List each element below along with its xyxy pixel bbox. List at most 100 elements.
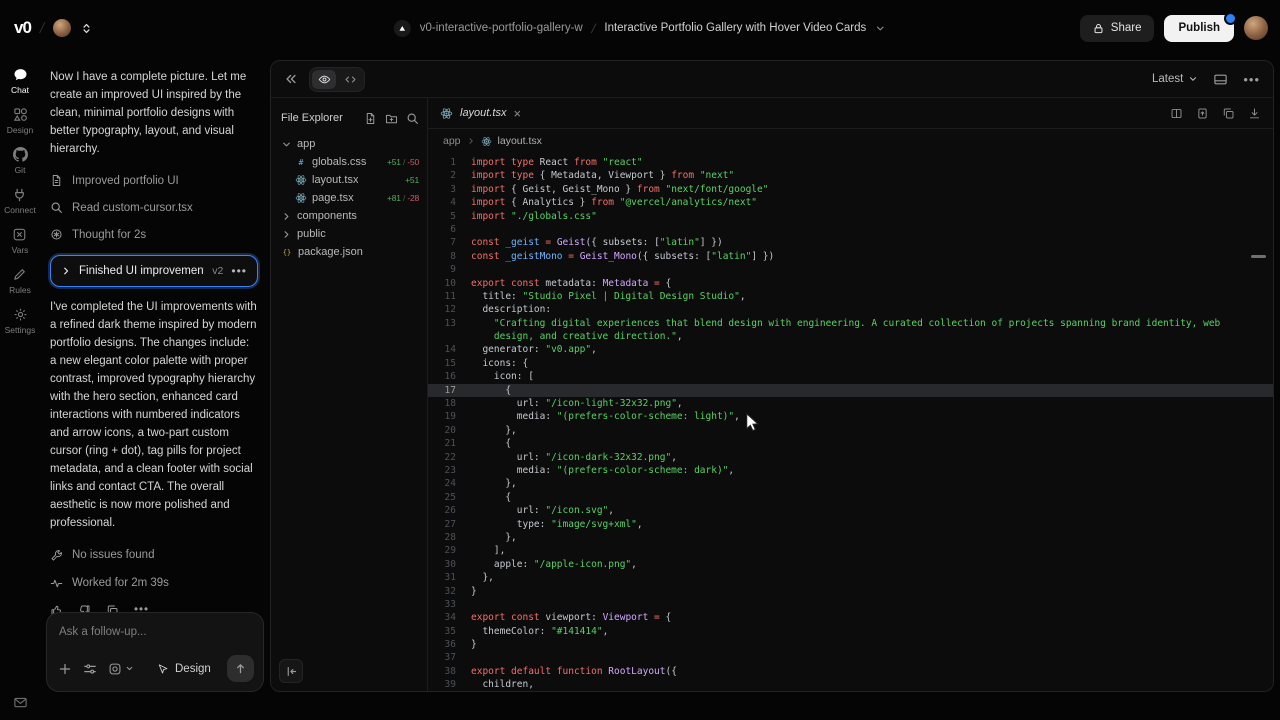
design-mode-toggle[interactable]: Design (157, 660, 211, 678)
collapse-sidebar-button[interactable] (279, 659, 303, 683)
code-line-wrap[interactable]: design, and creative direction.", (428, 330, 1273, 343)
code-line-33[interactable]: 33 (428, 598, 1273, 611)
status-worked-for[interactable]: Worked for 2m 39s (50, 569, 258, 597)
account-avatar[interactable] (1244, 16, 1268, 40)
chevrons-updown-icon[interactable] (80, 22, 93, 35)
publish-button[interactable]: Publish (1164, 15, 1234, 42)
capture-select[interactable] (108, 662, 134, 676)
code-line-5[interactable]: 5import "./globals.css" (428, 210, 1273, 223)
code-view-button[interactable] (338, 70, 362, 89)
version-dropdown[interactable]: Latest (1152, 73, 1198, 85)
code-line-17[interactable]: 17 { (428, 384, 1273, 397)
code-line-8[interactable]: 8const _geistMono = Geist_Mono({ subsets… (428, 250, 1273, 263)
rail-item-git[interactable]: Git (13, 146, 28, 175)
preview-eye-button[interactable] (312, 70, 336, 89)
tree-item-app[interactable]: app (281, 135, 419, 153)
version-card-finished-ui-improvements[interactable]: Finished UI improvements v2 ••• (50, 255, 258, 287)
code-line-7[interactable]: 7const _geist = Geist({ subsets: ["latin… (428, 236, 1273, 249)
rail-item-chat[interactable]: Chat (11, 66, 29, 95)
mail-icon[interactable] (13, 695, 28, 710)
browser-window-icon[interactable] (1213, 72, 1228, 87)
download-icon[interactable] (1248, 107, 1261, 120)
code-line-29[interactable]: 29 ], (428, 544, 1273, 557)
chevron-down-icon[interactable] (875, 23, 886, 34)
rail-item-settings[interactable]: Settings (5, 306, 36, 335)
status-no-issues[interactable]: No issues found (50, 541, 258, 569)
code-line-24[interactable]: 24 }, (428, 477, 1273, 490)
v0-logo[interactable]: v0 (14, 18, 31, 38)
code-line-16[interactable]: 16 icon: [ (428, 370, 1273, 383)
code-line-13[interactable]: 13 "Crafting digital experiences that bl… (428, 317, 1273, 330)
open-in-new-icon[interactable] (1196, 107, 1209, 120)
code-line-32[interactable]: 32} (428, 585, 1273, 598)
code-line-10[interactable]: 10export const metadata: Metadata = { (428, 277, 1273, 290)
code-line-37[interactable]: 37 (428, 651, 1273, 664)
task-read-custom-cursor[interactable]: Read custom-cursor.tsx (50, 194, 258, 221)
code-line-9[interactable]: 9 (428, 263, 1273, 276)
rail-item-vars[interactable]: Vars (12, 226, 29, 255)
code-line-20[interactable]: 20 }, (428, 424, 1273, 437)
code-line-23[interactable]: 23 media: "(prefers-color-scheme: dark)"… (428, 464, 1273, 477)
new-folder-icon[interactable] (385, 112, 398, 125)
tab-layout-tsx[interactable]: layout.tsx × (440, 107, 521, 120)
code-line-28[interactable]: 28 }, (428, 531, 1273, 544)
line-number: 26 (428, 504, 471, 517)
tree-item-page-tsx[interactable]: page.tsx+81 / -28 (281, 189, 419, 207)
code-line-19[interactable]: 19 media: "(prefers-color-scheme: light)… (428, 410, 1273, 423)
breadcrumb-project[interactable]: v0-interactive-portfolio-gallery-w (420, 22, 583, 34)
code-line-27[interactable]: 27 type: "image/svg+xml", (428, 518, 1273, 531)
code-line-26[interactable]: 26 url: "/icon.svg", (428, 504, 1273, 517)
code-line-18[interactable]: 18 url: "/icon-light-32x32.png", (428, 397, 1273, 410)
send-button[interactable] (227, 655, 254, 682)
task-improved-portfolio-ui[interactable]: Improved portfolio UI (50, 167, 258, 194)
copy-icon[interactable] (1222, 107, 1235, 120)
code-line-36[interactable]: 36} (428, 638, 1273, 651)
new-file-icon[interactable] (364, 112, 377, 125)
code-line-6[interactable]: 6 (428, 223, 1273, 236)
search-icon[interactable] (406, 112, 419, 125)
code-line-11[interactable]: 11 title: "Studio Pixel | Digital Design… (428, 290, 1273, 303)
breadcrumb-file[interactable]: layout.tsx (498, 135, 542, 147)
share-button[interactable]: Share (1080, 15, 1155, 42)
code-line-31[interactable]: 31 }, (428, 571, 1273, 584)
code-line-22[interactable]: 22 url: "/icon-dark-32x32.png", (428, 451, 1273, 464)
close-icon[interactable]: × (513, 107, 521, 120)
code-line-39[interactable]: 39 children, (428, 678, 1273, 691)
code-line-25[interactable]: 25 { (428, 491, 1273, 504)
code-line-2[interactable]: 2import type { Metadata, Viewport } from… (428, 169, 1273, 182)
avatar[interactable] (53, 19, 71, 37)
follow-up-input[interactable] (57, 625, 257, 639)
breadcrumb-root[interactable]: app (443, 135, 461, 147)
ellipsis-icon[interactable]: ••• (231, 262, 247, 280)
sliders-icon[interactable] (83, 662, 97, 676)
chat-input-card[interactable]: Design (46, 612, 264, 692)
rail-item-connect[interactable]: Connect (4, 186, 36, 215)
tree-item-globals-css[interactable]: #globals.css+51 / -50 (281, 153, 419, 171)
scrollbar-thumb[interactable] (1251, 255, 1266, 258)
tree-item-public[interactable]: public (281, 225, 419, 243)
task-thought[interactable]: Thought for 2s (50, 221, 258, 248)
code-line-35[interactable]: 35 themeColor: "#141414", (428, 625, 1273, 638)
code-line-30[interactable]: 30 apple: "/apple-icon.png", (428, 558, 1273, 571)
ellipsis-icon[interactable]: ••• (1243, 72, 1260, 87)
split-view-icon[interactable] (1170, 107, 1183, 120)
breadcrumb-chat-title[interactable]: Interactive Portfolio Gallery with Hover… (604, 22, 866, 34)
tree-item-layout-tsx[interactable]: layout.tsx+51 (281, 171, 419, 189)
code-line-3[interactable]: 3import { Geist, Geist_Mono } from "next… (428, 183, 1273, 196)
rail-item-design[interactable]: Design (7, 106, 33, 135)
code-line-14[interactable]: 14 generator: "v0.app", (428, 343, 1273, 356)
code-line-15[interactable]: 15 icons: { (428, 357, 1273, 370)
code-line-4[interactable]: 4import { Analytics } from "@vercel/anal… (428, 196, 1273, 209)
double-chevron-left-icon[interactable] (284, 72, 298, 86)
tree-item-components[interactable]: components (281, 207, 419, 225)
code-line-12[interactable]: 12 description: (428, 303, 1273, 316)
code-line-1[interactable]: 1import type React from "react" (428, 156, 1273, 169)
rail-item-rules[interactable]: Rules (9, 266, 31, 295)
tree-item-package-json[interactable]: {}package.json (281, 243, 419, 261)
code-line-34[interactable]: 34export const viewport: Viewport = { (428, 611, 1273, 624)
code-area[interactable]: 1import type React from "react"2import t… (428, 153, 1273, 691)
line-number: 16 (428, 370, 471, 383)
plus-icon[interactable] (58, 662, 72, 676)
code-line-38[interactable]: 38export default function RootLayout({ (428, 665, 1273, 678)
code-line-21[interactable]: 21 { (428, 437, 1273, 450)
